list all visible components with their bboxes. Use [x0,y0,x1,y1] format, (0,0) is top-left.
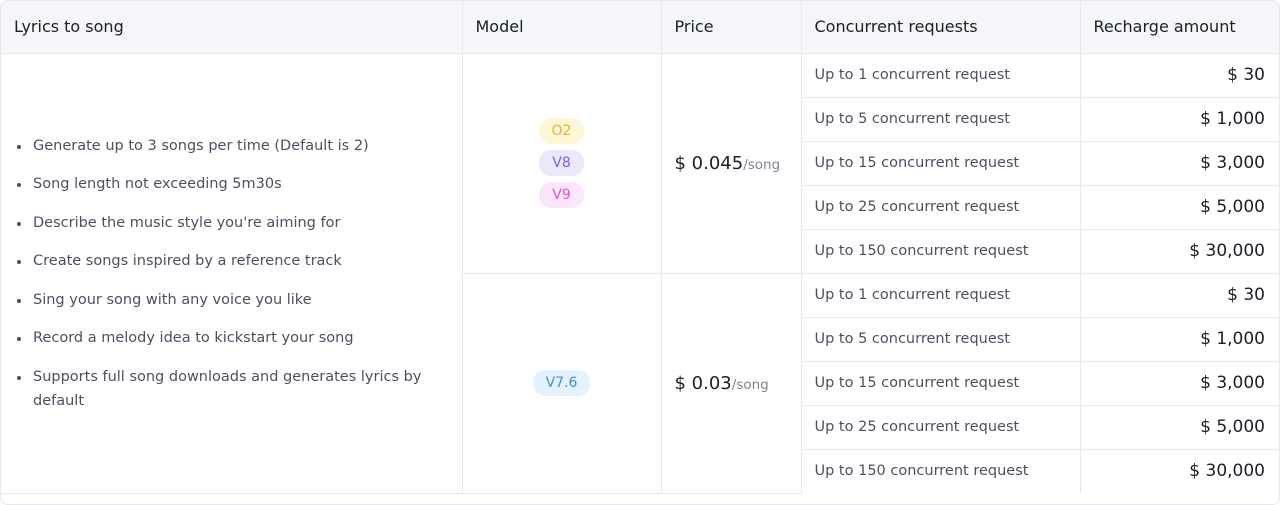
list-item: Create songs inspired by a reference tra… [11,249,452,273]
model-badge: O2 [538,118,585,144]
feature-text: Generate up to 3 songs per time (Default… [33,137,369,154]
price-value: $ 0.045 [674,152,744,174]
model-badges: O2 V8 V9 [463,115,661,211]
recharge-amount-cell: $ 5,000 [1080,405,1279,450]
recharge-amount-cell: $ 1,000 [1080,317,1279,362]
bullet-icon [17,375,21,380]
feature-text: Describe the music style you're aiming f… [33,214,341,231]
concurrent-requests-cell: Up to 25 concurrent request [801,185,1081,230]
concurrent-requests-cell: Up to 25 concurrent request [801,405,1081,450]
list-item: Generate up to 3 songs per time (Default… [11,134,452,158]
list-item: Song length not exceeding 5m30s [11,172,452,196]
feature-list: Generate up to 3 songs per time (Default… [11,134,452,413]
concurrent-requests-cell: Up to 150 concurrent request [801,229,1081,274]
concurrent-requests-cell: Up to 5 concurrent request [801,97,1081,142]
header-recharge-amount: Recharge amount [1080,1,1279,54]
concurrent-requests-cell: Up to 5 concurrent request [801,317,1081,362]
feature-text: Supports full song downloads and generat… [33,368,422,409]
pricing-table-container: Lyrics to song Model Price Concurrent re… [0,0,1280,505]
model-badge: V7.6 [532,370,591,396]
recharge-amount-cell: $ 30,000 [1080,229,1279,274]
bullet-icon [17,183,21,187]
table-row: Generate up to 3 songs per time (Default… [1,53,1279,494]
feature-text: Song length not exceeding 5m30s [33,176,282,192]
recharge-amount-cell: $ 3,000 [1080,141,1279,186]
price-value: $ 0.03 [674,372,732,394]
feature-list-cell: Generate up to 3 songs per time (Default… [1,53,463,494]
price-unit: /song [743,156,781,173]
model-cell: V7.6 [462,273,662,494]
recharge-amount-cell: $ 30 [1080,53,1279,98]
model-badge: V9 [539,182,584,208]
header-price: Price [661,1,802,54]
header-feature: Lyrics to song [1,1,463,54]
concurrent-requests-cell: Up to 1 concurrent request [801,53,1081,98]
recharge-amount-cell: $ 1,000 [1080,97,1279,142]
recharge-amount-cell: $ 5,000 [1080,185,1279,230]
header-concurrent-requests: Concurrent requests [801,1,1081,54]
concurrent-requests-cell: Up to 150 concurrent request [801,449,1081,493]
bullet-icon [17,298,21,303]
recharge-amount-cell: $ 3,000 [1080,361,1279,406]
bullet-icon [17,221,21,226]
list-item: Describe the music style you're aiming f… [11,211,452,235]
feature-text: Create songs inspired by a reference tra… [33,253,342,269]
model-badges: V7.6 [463,367,661,399]
table-header-row: Lyrics to song Model Price Concurrent re… [1,1,1279,54]
model-badge: V8 [539,150,584,176]
header-model: Model [462,1,662,54]
price-cell: $ 0.045/song [661,53,802,274]
price-cell: $ 0.03/song [661,273,802,494]
feature-text: Sing your song with any voice you like [33,291,312,308]
pricing-table: Lyrics to song Model Price Concurrent re… [1,1,1279,494]
concurrent-requests-cell: Up to 1 concurrent request [801,273,1081,318]
recharge-amount-cell: $ 30,000 [1189,461,1265,482]
list-item: Supports full song downloads and generat… [11,365,452,413]
recharge-amount-cell: $ 30 [1080,273,1279,318]
bullet-icon [17,337,21,341]
bullet-icon [17,260,21,264]
bullet-icon [17,144,21,149]
feature-text: Record a melody idea to kickstart your s… [33,330,354,346]
concurrent-requests-cell: Up to 15 concurrent request [801,361,1081,406]
model-cell: O2 V8 V9 [462,53,662,274]
concurrent-requests-cell: Up to 15 concurrent request [801,141,1081,186]
price-unit: /song [731,376,769,393]
list-item: Record a melody idea to kickstart your s… [11,326,452,350]
list-item: Sing your song with any voice you like [11,288,452,312]
